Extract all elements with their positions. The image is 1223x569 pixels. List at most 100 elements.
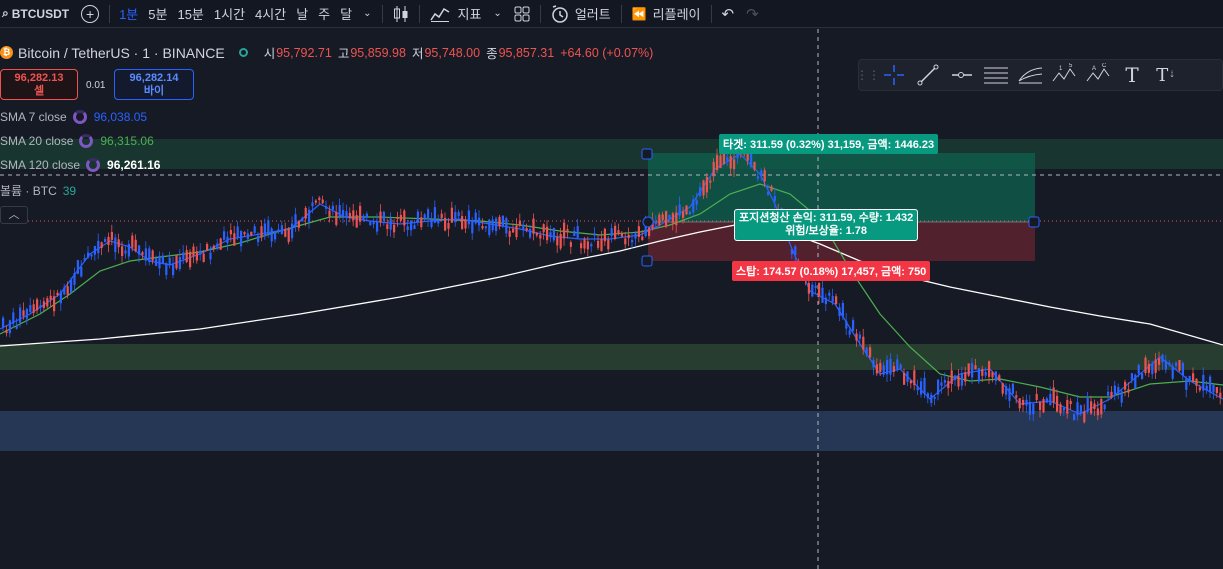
- candle-body: [559, 234, 562, 249]
- candle-body: [1052, 387, 1055, 403]
- candle-body: [430, 219, 433, 228]
- elliott-wave-icon[interactable]: AC: [1081, 61, 1115, 89]
- candle-body: [138, 245, 141, 255]
- crosshair-icon[interactable]: [877, 61, 911, 89]
- candle-body: [841, 303, 844, 317]
- interval-5m[interactable]: 5분: [143, 0, 172, 28]
- candle-body: [376, 221, 379, 232]
- anchored-text-icon[interactable]: T ⇣: [1149, 61, 1183, 89]
- candle-body: [624, 238, 627, 245]
- layouts-button[interactable]: [508, 0, 536, 28]
- replay-button[interactable]: ⏪ 리플레이: [626, 0, 707, 28]
- candle-body: [114, 237, 117, 253]
- trend-line-icon[interactable]: [911, 61, 945, 89]
- candle-body: [433, 207, 436, 223]
- candle-body: [872, 359, 875, 368]
- candle-body: [563, 222, 566, 239]
- candle-body: [1164, 360, 1167, 370]
- sell-button[interactable]: 96,282.13 셀: [0, 69, 78, 100]
- divider: [381, 4, 383, 23]
- candle-body: [1202, 374, 1205, 391]
- interval-week[interactable]: 주: [313, 0, 335, 28]
- candle-body: [1069, 400, 1072, 405]
- candle-body: [705, 176, 708, 193]
- redo-button[interactable]: ↷: [740, 0, 765, 28]
- low-value: 95,748.00: [424, 45, 481, 60]
- undo-icon: ↶: [721, 5, 735, 23]
- candle-body: [131, 235, 134, 248]
- svg-text:C: C: [1102, 63, 1107, 69]
- candle-body: [671, 213, 674, 223]
- parallel-channel-icon[interactable]: [979, 61, 1013, 89]
- interval-1m[interactable]: 1분: [114, 0, 143, 28]
- candle-body: [916, 386, 919, 391]
- candle-body: [365, 213, 368, 218]
- candle-body: [1113, 385, 1116, 396]
- candle-body: [923, 377, 926, 394]
- compare-symbol-button[interactable]: +: [75, 0, 105, 28]
- candle-body: [590, 243, 593, 247]
- candle-body: [988, 361, 991, 377]
- text-icon[interactable]: T: [1115, 61, 1149, 89]
- divider: [620, 4, 622, 23]
- candle-body: [223, 231, 226, 240]
- candle-body: [522, 224, 525, 230]
- candle-body: [607, 239, 610, 250]
- symbol-search-button[interactable]: ⌕ BTCUSDT: [0, 0, 75, 28]
- redo-icon: ↷: [746, 5, 759, 23]
- drag-handle-icon[interactable]: ⋮⋮: [856, 61, 880, 89]
- indicators-dropdown[interactable]: ⌄: [487, 0, 507, 28]
- position-width-handle[interactable]: [1028, 216, 1040, 228]
- symbol-title[interactable]: Bitcoin / TetherUS · 1 · BINANCE: [18, 45, 225, 61]
- position-stop-handle[interactable]: [641, 255, 653, 267]
- candle-body: [899, 364, 902, 369]
- candle-body: [1059, 404, 1062, 414]
- indicator-sma120[interactable]: SMA 120 close 96,261.16: [0, 158, 160, 172]
- candle-body: [284, 228, 287, 237]
- buy-button[interactable]: 96,282.14 바이: [114, 69, 194, 100]
- pitchfork-icon[interactable]: [1013, 61, 1047, 89]
- candle-body: [450, 207, 453, 223]
- order-quantity[interactable]: 0.01: [86, 80, 105, 91]
- indicator-sma7[interactable]: SMA 7 close 96,038.05: [0, 110, 147, 124]
- candle-body: [960, 373, 963, 386]
- candle-body: [39, 305, 42, 308]
- candle-body: [335, 212, 338, 225]
- alert-button[interactable]: 얼러트: [545, 0, 617, 28]
- xabcd-pattern-icon[interactable]: 15: [1047, 61, 1081, 89]
- candle-body: [294, 214, 297, 228]
- interval-month[interactable]: 달: [335, 0, 357, 28]
- candle-body: [76, 260, 79, 274]
- position-target-handle[interactable]: [641, 148, 653, 160]
- candle-body: [964, 372, 967, 382]
- chart-pane[interactable]: ₿ Bitcoin / TetherUS · 1 · BINANCE 시 95,7…: [0, 29, 1223, 569]
- candle-body: [518, 220, 521, 226]
- indicator-volume[interactable]: 볼륨 · BTC 39: [0, 182, 76, 199]
- chart-type-button[interactable]: [387, 0, 415, 28]
- position-entry-handle[interactable]: [642, 216, 654, 228]
- indicators-button[interactable]: 지표: [424, 0, 488, 28]
- candle-body: [1141, 373, 1144, 379]
- candle-body: [1073, 414, 1076, 420]
- candle-body: [688, 211, 691, 215]
- price-chart[interactable]: [0, 29, 1223, 569]
- interval-15m[interactable]: 15분: [172, 0, 208, 28]
- market-status-icon[interactable]: [238, 48, 248, 57]
- candle-body: [345, 211, 348, 218]
- candle-body: [399, 214, 402, 221]
- horizontal-ray-icon[interactable]: [945, 61, 979, 89]
- legend-collapse-button[interactable]: ︿: [0, 206, 28, 224]
- interval-4h[interactable]: 4시간: [250, 0, 291, 28]
- candle-body: [1178, 360, 1181, 371]
- candle-body: [362, 215, 365, 220]
- interval-day[interactable]: 날: [291, 0, 313, 28]
- candle-body: [270, 228, 273, 242]
- indicator-sma20[interactable]: SMA 20 close 96,315.06: [0, 134, 154, 148]
- candle-body: [814, 285, 817, 288]
- candle-body: [763, 170, 766, 182]
- candle-body: [498, 216, 501, 227]
- interval-dropdown[interactable]: ⌄: [357, 0, 377, 28]
- interval-1h[interactable]: 1시간: [209, 0, 250, 28]
- candle-body: [15, 325, 18, 329]
- undo-button[interactable]: ↶: [716, 0, 741, 28]
